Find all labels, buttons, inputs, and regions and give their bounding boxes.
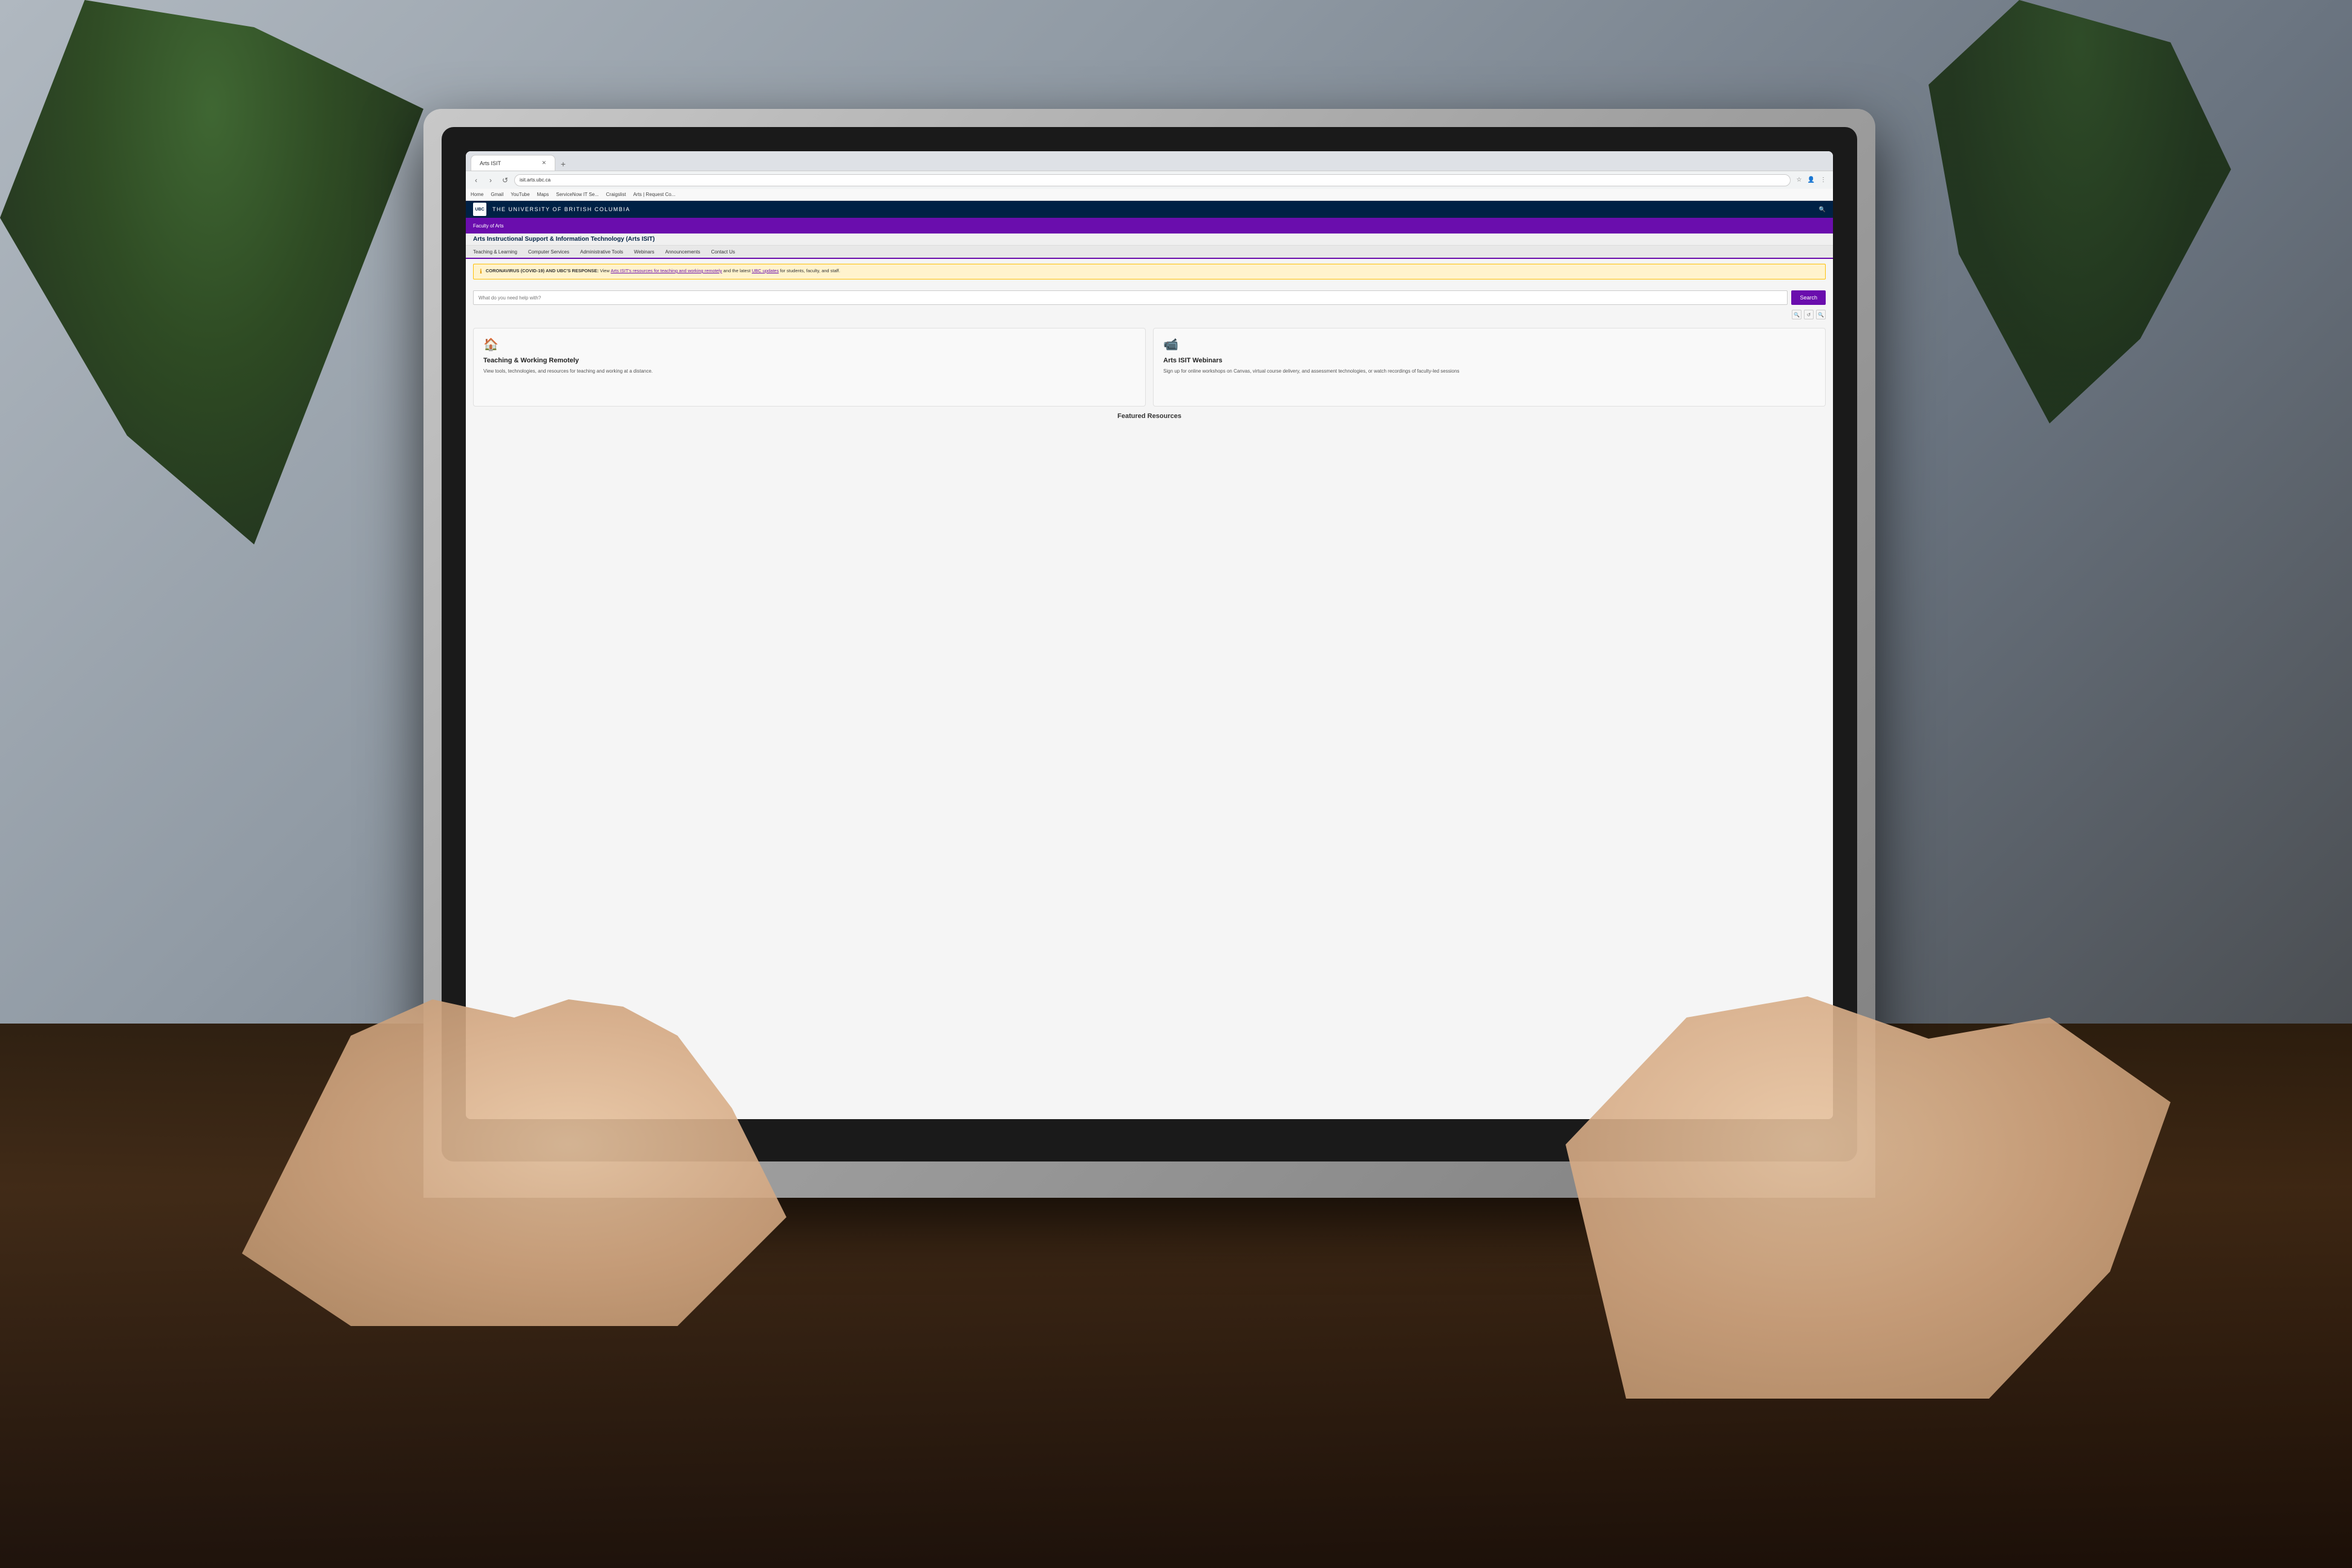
- laptop-screen: Arts ISIT ✕ + ‹ › ↺ isit.arts.ubc.ca: [466, 151, 1833, 1119]
- forward-button[interactable]: ›: [485, 175, 496, 186]
- nav-item-admin[interactable]: Administrative Tools: [580, 249, 623, 255]
- zoom-out-button[interactable]: 🔍: [1816, 310, 1826, 319]
- nav-item-teaching[interactable]: Teaching & Learning: [473, 249, 517, 255]
- zoom-reset-button[interactable]: ↺: [1804, 310, 1814, 319]
- bookmark-star-icon[interactable]: ☆: [1794, 175, 1804, 185]
- search-controls: 🔍 ↺ 🔍: [473, 310, 1826, 319]
- main-nav: Teaching & Learning Computer Services Ad…: [466, 246, 1833, 259]
- search-button[interactable]: Search: [1791, 290, 1826, 305]
- search-input[interactable]: [473, 290, 1788, 305]
- ubc-topbar: UBC THE UNIVERSITY OF BRITISH COLUMBIA 🔍: [466, 201, 1833, 218]
- alert-icon: ℹ: [480, 269, 482, 275]
- covid-alert-banner: ℹ CORONAVIRUS (COVID-19) AND UBC'S RESPO…: [473, 264, 1826, 279]
- ubc-logo-text: UBC: [475, 207, 484, 212]
- home-icon: 🏠: [483, 337, 1135, 352]
- nav-item-webinars[interactable]: Webinars: [634, 249, 655, 255]
- alert-body: View Arts ISIT's resources for teaching …: [600, 268, 840, 273]
- reload-button[interactable]: ↺: [500, 175, 511, 186]
- bookmark-gmail[interactable]: Gmail: [491, 192, 503, 197]
- card-teaching-remotely[interactable]: 🏠 Teaching & Working Remotely View tools…: [473, 328, 1146, 407]
- menu-icon[interactable]: ⋮: [1818, 175, 1828, 185]
- card-webinars[interactable]: 📹 Arts ISIT Webinars Sign up for online …: [1153, 328, 1826, 407]
- search-input-row: Search: [473, 290, 1826, 305]
- alert-link-isit[interactable]: Arts ISIT's resources for teaching and w…: [611, 268, 722, 273]
- new-tab-button[interactable]: +: [557, 157, 570, 171]
- url-bar[interactable]: isit.arts.ubc.ca: [514, 174, 1791, 186]
- browser-tabs: Arts ISIT ✕ +: [466, 151, 1833, 171]
- browser-icons: ☆ 👤 ⋮: [1794, 175, 1828, 185]
- website-content: UBC THE UNIVERSITY OF BRITISH COLUMBIA 🔍…: [466, 201, 1833, 1119]
- ubc-search-icon[interactable]: 🔍: [1819, 206, 1826, 213]
- card-title-webinars: Arts ISIT Webinars: [1163, 357, 1815, 364]
- isit-title-bar: Arts Instructional Support & Information…: [466, 234, 1833, 246]
- alert-link-ubc[interactable]: UBC updates: [752, 268, 779, 273]
- faculty-breadcrumb: Faculty of Arts: [473, 223, 504, 229]
- ubc-topbar-actions: 🔍: [1819, 206, 1826, 213]
- video-icon: 📹: [1163, 337, 1815, 352]
- alert-text: CORONAVIRUS (COVID-19) AND UBC'S RESPONS…: [486, 268, 840, 273]
- nav-item-contact[interactable]: Contact Us: [711, 249, 735, 255]
- bookmark-youtube[interactable]: YouTube: [511, 192, 529, 197]
- browser-toolbar: ‹ › ↺ isit.arts.ubc.ca ☆ 👤 ⋮: [466, 171, 1833, 189]
- bookmarks-bar: Home Gmail YouTube Maps ServiceNow IT Se…: [466, 189, 1833, 201]
- profile-icon[interactable]: 👤: [1806, 175, 1816, 185]
- featured-section: Featured Resources: [466, 407, 1833, 423]
- purple-nav-bar: Faculty of Arts: [466, 218, 1833, 234]
- active-tab[interactable]: Arts ISIT ✕: [471, 155, 555, 171]
- back-button[interactable]: ‹: [471, 175, 482, 186]
- nav-item-announcements[interactable]: Announcements: [665, 249, 701, 255]
- card-text-teaching: View tools, technologies, and resources …: [483, 368, 1135, 375]
- tab-label: Arts ISIT: [480, 160, 501, 166]
- ubc-university-title: THE UNIVERSITY OF BRITISH COLUMBIA: [492, 206, 630, 212]
- bookmark-craigslist[interactable]: Craigslist: [606, 192, 626, 197]
- ubc-logo: UBC: [473, 203, 486, 216]
- alert-title: CORONAVIRUS (COVID-19) AND UBC'S RESPONS…: [486, 268, 599, 273]
- search-section: Search 🔍 ↺ 🔍: [466, 284, 1833, 325]
- tab-close-button[interactable]: ✕: [541, 160, 546, 166]
- bookmark-servicenow[interactable]: ServiceNow IT Se...: [556, 192, 599, 197]
- cards-section: 🏠 Teaching & Working Remotely View tools…: [466, 328, 1833, 407]
- browser-chrome: Arts ISIT ✕ + ‹ › ↺ isit.arts.ubc.ca: [466, 151, 1833, 189]
- bookmark-arts[interactable]: Arts | Request Co...: [633, 192, 676, 197]
- card-text-webinars: Sign up for online workshops on Canvas, …: [1163, 368, 1815, 375]
- featured-title: Featured Resources: [473, 413, 1826, 420]
- isit-page-title: Arts Instructional Support & Information…: [473, 236, 1826, 243]
- zoom-in-button[interactable]: 🔍: [1792, 310, 1802, 319]
- laptop-bezel: Arts ISIT ✕ + ‹ › ↺ isit.arts.ubc.ca: [442, 127, 1857, 1161]
- url-text: isit.arts.ubc.ca: [520, 177, 550, 183]
- bookmark-maps[interactable]: Maps: [537, 192, 549, 197]
- card-title-teaching: Teaching & Working Remotely: [483, 357, 1135, 364]
- bookmark-home[interactable]: Home: [471, 192, 483, 197]
- nav-item-computer[interactable]: Computer Services: [528, 249, 569, 255]
